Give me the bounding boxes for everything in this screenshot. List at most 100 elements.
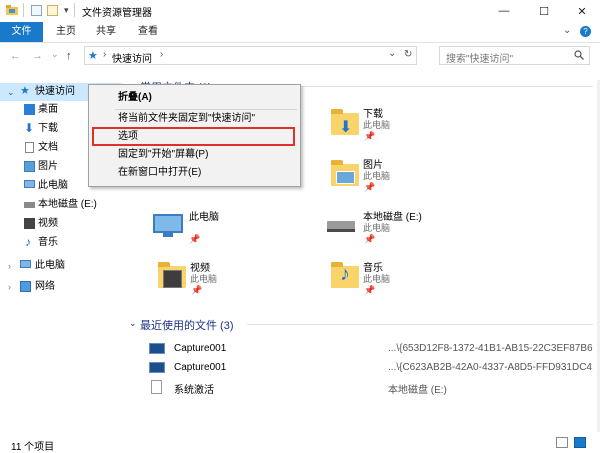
computer-icon xyxy=(153,214,183,233)
address-dropdown-icon[interactable]: ⌄ xyxy=(388,48,396,59)
recent-file-row[interactable]: 系统激活 本地磁盘 (E:) xyxy=(147,378,593,396)
folder-tile-this-pc[interactable]: 此电脑 📌 xyxy=(151,206,291,248)
recent-file-path: ...\{C623AB2B-42A0-4337-A8D5-FFD931DC4..… xyxy=(388,362,593,373)
image-file-icon xyxy=(149,362,165,373)
back-arrow-icon[interactable]: ← xyxy=(10,50,21,62)
refresh-icon[interactable]: ↻ xyxy=(404,49,412,60)
search-icon[interactable] xyxy=(574,50,584,63)
sidebar-item-label: 文档 xyxy=(38,142,58,153)
menu-item-pin-to-start[interactable]: 固定到"开始"屏幕(P) xyxy=(90,146,299,164)
pin-icon: 📌 xyxy=(364,182,376,192)
highlight-box xyxy=(92,127,295,146)
sidebar-item-music[interactable]: ♪ 音乐 xyxy=(0,234,120,252)
monitor-stand xyxy=(163,233,173,237)
tile-location: 此电脑 xyxy=(190,274,218,284)
folder-tile-music[interactable]: ♪ 音乐 此电脑 📌 xyxy=(328,256,448,298)
properties-icon[interactable] xyxy=(31,5,42,16)
recent-file-row[interactable]: Capture001 ...\{653D12F8-1372-41B1-AB15-… xyxy=(147,340,593,358)
sidebar-item-label: 此电脑 xyxy=(35,260,65,271)
sidebar-item-label: 下载 xyxy=(38,123,58,134)
quick-access-toolbar-dropdown-icon[interactable]: ▾ xyxy=(64,5,69,16)
text-file-icon xyxy=(151,380,162,394)
sidebar-item-this-pc-root[interactable]: › 此电脑 xyxy=(0,257,120,275)
address-bar[interactable]: ★ › 快速访问 › ⌄ ↻ xyxy=(84,46,417,65)
recent-file-path: 本地磁盘 (E:) xyxy=(388,385,447,396)
tab-share[interactable]: 共享 xyxy=(86,22,126,42)
music-note-icon: ♪ xyxy=(340,263,350,285)
pin-icon: 📌 xyxy=(191,285,203,295)
group-divider xyxy=(247,324,593,325)
close-button[interactable]: ✕ xyxy=(566,0,598,22)
breadcrumb-quick-access[interactable]: 快速访问 xyxy=(112,50,152,65)
recent-file-path: ...\{653D12F8-1372-41B1-AB15-22C3EF87B6.… xyxy=(388,343,593,354)
picture-icon xyxy=(24,161,35,172)
document-icon xyxy=(25,142,34,153)
folder-tile-pictures[interactable]: 图片 此电脑 📌 xyxy=(328,156,448,198)
breadcrumb-separator: › xyxy=(103,49,107,60)
tab-file[interactable]: 文件 xyxy=(0,22,43,42)
details-view-icon[interactable] xyxy=(556,437,568,448)
pin-icon: 📌 xyxy=(189,234,201,244)
hard-drive-icon xyxy=(24,202,35,208)
title-bar: ▾ 文件资源管理器 — ☐ ✕ xyxy=(0,0,600,22)
hard-drive-base xyxy=(327,229,355,232)
new-folder-icon[interactable] xyxy=(47,5,58,16)
recent-locations-icon[interactable]: ⌄ xyxy=(51,49,59,60)
window-title: 文件资源管理器 xyxy=(82,8,152,19)
search-placeholder: 搜索"快速访问" xyxy=(446,54,514,65)
recent-file-name: 系统激活 xyxy=(174,385,214,396)
recent-files-group-title[interactable]: 最近使用的文件 (3) xyxy=(140,317,234,333)
sidebar-item-label: 图片 xyxy=(38,161,58,172)
folder-tile-videos[interactable]: 视频 此电脑 📌 xyxy=(155,256,275,298)
pin-icon: 📌 xyxy=(364,285,376,295)
sidebar-item-label: 快速访问 xyxy=(35,86,75,97)
title-divider xyxy=(74,3,75,17)
title-divider xyxy=(23,3,24,17)
picture-icon xyxy=(336,171,355,184)
chevron-down-icon[interactable]: ⌄ xyxy=(563,25,571,36)
sidebar-item-label: 视频 xyxy=(38,218,58,229)
search-input[interactable]: 搜索"快速访问" xyxy=(439,46,590,65)
sidebar-item-videos[interactable]: 视频 xyxy=(0,215,120,233)
image-file-icon xyxy=(149,343,165,354)
breadcrumb-separator: › xyxy=(160,49,164,60)
tile-location: 此电脑 xyxy=(363,223,391,233)
folder-tile-local-disk[interactable]: 本地磁盘 (E:) 此电脑 📌 xyxy=(323,206,483,248)
up-arrow-icon[interactable]: ↑ xyxy=(66,50,72,62)
desktop-icon xyxy=(24,104,35,115)
star-icon: ★ xyxy=(88,50,98,62)
chevron-right-icon[interactable]: › xyxy=(8,278,11,296)
tab-view[interactable]: 查看 xyxy=(128,22,168,42)
ribbon-tabs: 文件 主页 共享 查看 ⌄ ? xyxy=(0,22,600,43)
computer-icon xyxy=(20,260,31,268)
tab-home[interactable]: 主页 xyxy=(46,22,86,42)
pin-icon: 📌 xyxy=(364,234,376,244)
folder-app-icon xyxy=(6,4,18,16)
menu-item-pin-to-quick-access[interactable]: 将当前文件夹固定到"快速访问" xyxy=(90,110,299,128)
music-note-icon: ♪ xyxy=(25,235,31,249)
large-icons-view-icon[interactable] xyxy=(574,437,586,448)
sidebar-item-local-disk[interactable]: 本地磁盘 (E:) xyxy=(0,196,120,214)
video-icon xyxy=(163,270,182,288)
menu-item-collapse[interactable]: 折叠(A) xyxy=(90,89,299,107)
sidebar-item-label: 音乐 xyxy=(38,237,58,248)
computer-icon xyxy=(24,180,35,188)
download-arrow-icon: ⬇ xyxy=(24,121,35,135)
pin-icon: 📌 xyxy=(364,131,376,141)
menu-item-open-in-new-window[interactable]: 在新窗口中打开(E) xyxy=(90,164,299,182)
recent-file-row[interactable]: Capture001 ...\{C623AB2B-42A0-4337-A8D5-… xyxy=(147,359,593,377)
status-bar: 11 个项目 xyxy=(0,432,600,453)
network-icon xyxy=(20,281,31,292)
chevron-down-icon[interactable]: ⌄ xyxy=(129,318,137,329)
chevron-down-icon[interactable]: ⌄ xyxy=(7,83,15,101)
maximize-button[interactable]: ☐ xyxy=(528,0,560,22)
help-icon[interactable]: ? xyxy=(580,26,591,37)
sidebar-item-network[interactable]: › 网络 xyxy=(0,278,120,296)
forward-arrow-icon[interactable]: → xyxy=(32,50,43,62)
recent-file-name: Capture001 xyxy=(174,343,227,354)
tile-location: 此电脑 xyxy=(363,274,391,284)
item-count: 11 个项目 xyxy=(11,442,55,453)
minimize-button[interactable]: — xyxy=(488,0,520,22)
folder-tile-downloads[interactable]: ⬇ 下载 此电脑 📌 xyxy=(328,105,448,147)
chevron-right-icon[interactable]: › xyxy=(8,257,11,275)
